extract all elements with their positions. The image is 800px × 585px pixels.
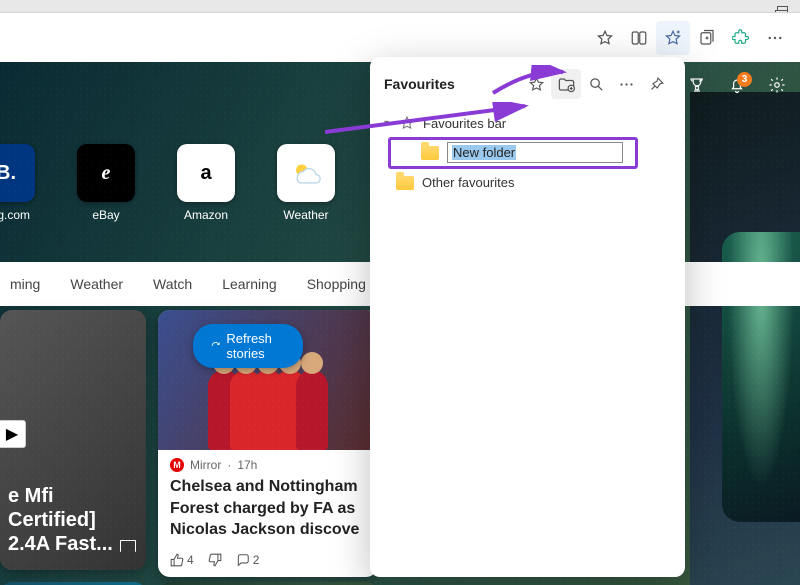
- collections-icon[interactable]: [690, 21, 724, 55]
- pin-panel-icon[interactable]: [641, 69, 671, 99]
- rewards-trophy-icon[interactable]: [688, 76, 706, 94]
- browser-toolbar: [0, 12, 800, 62]
- strip-item[interactable]: Learning: [222, 276, 277, 292]
- annotation-arrow: [325, 102, 535, 142]
- refresh-stories-button[interactable]: Refresh stories: [193, 324, 303, 368]
- window-titlebar: [0, 0, 800, 12]
- extensions-icon[interactable]: [724, 21, 758, 55]
- split-screen-icon[interactable]: [622, 21, 656, 55]
- tile-amazon[interactable]: aAmazon: [170, 144, 242, 222]
- tile-weather[interactable]: Weather: [270, 144, 342, 222]
- strip-item[interactable]: Watch: [153, 276, 192, 292]
- more-icon[interactable]: [758, 21, 792, 55]
- folder-icon: [421, 146, 439, 160]
- notification-badge: 3: [737, 72, 752, 87]
- tile-ebay[interactable]: eeBay: [70, 144, 142, 222]
- favourites-more-icon[interactable]: [611, 69, 641, 99]
- news-actions: 4 2: [158, 549, 378, 577]
- notifications-bell-icon[interactable]: 3: [728, 76, 746, 94]
- like-button[interactable]: 4: [170, 553, 194, 567]
- news-headline: Chelsea and Nottingham Forest charged by…: [158, 476, 378, 549]
- favourites-hub-icon[interactable]: [656, 21, 690, 55]
- news-image: Refresh stories: [158, 310, 378, 450]
- address-star-icon[interactable]: [588, 21, 622, 55]
- source-icon: M: [170, 458, 184, 472]
- tile-booking[interactable]: B.king.com: [0, 144, 42, 222]
- ad-badge-icon: [120, 540, 136, 552]
- other-favourites-folder[interactable]: Other favourites: [382, 171, 673, 194]
- settings-gear-icon[interactable]: [768, 76, 786, 94]
- strip-item[interactable]: ming: [10, 276, 40, 292]
- new-folder-name-input[interactable]: New folder: [447, 142, 623, 163]
- search-favourites-icon[interactable]: [581, 69, 611, 99]
- folder-icon: [396, 176, 414, 190]
- news-card[interactable]: Refresh stories M Mirror · 17h Chelsea a…: [158, 310, 378, 577]
- prev-arrow-icon[interactable]: ▶: [0, 420, 26, 448]
- comment-button[interactable]: 2: [236, 553, 260, 567]
- ad-card[interactable]: ▶ e Mfi Certified]2.4A Fast...: [0, 310, 146, 570]
- dislike-button[interactable]: [208, 553, 222, 567]
- annotation-arrow: [491, 65, 571, 95]
- strip-item[interactable]: Weather: [70, 276, 123, 292]
- news-meta: M Mirror · 17h: [158, 450, 378, 476]
- strip-item[interactable]: Shopping: [307, 276, 366, 292]
